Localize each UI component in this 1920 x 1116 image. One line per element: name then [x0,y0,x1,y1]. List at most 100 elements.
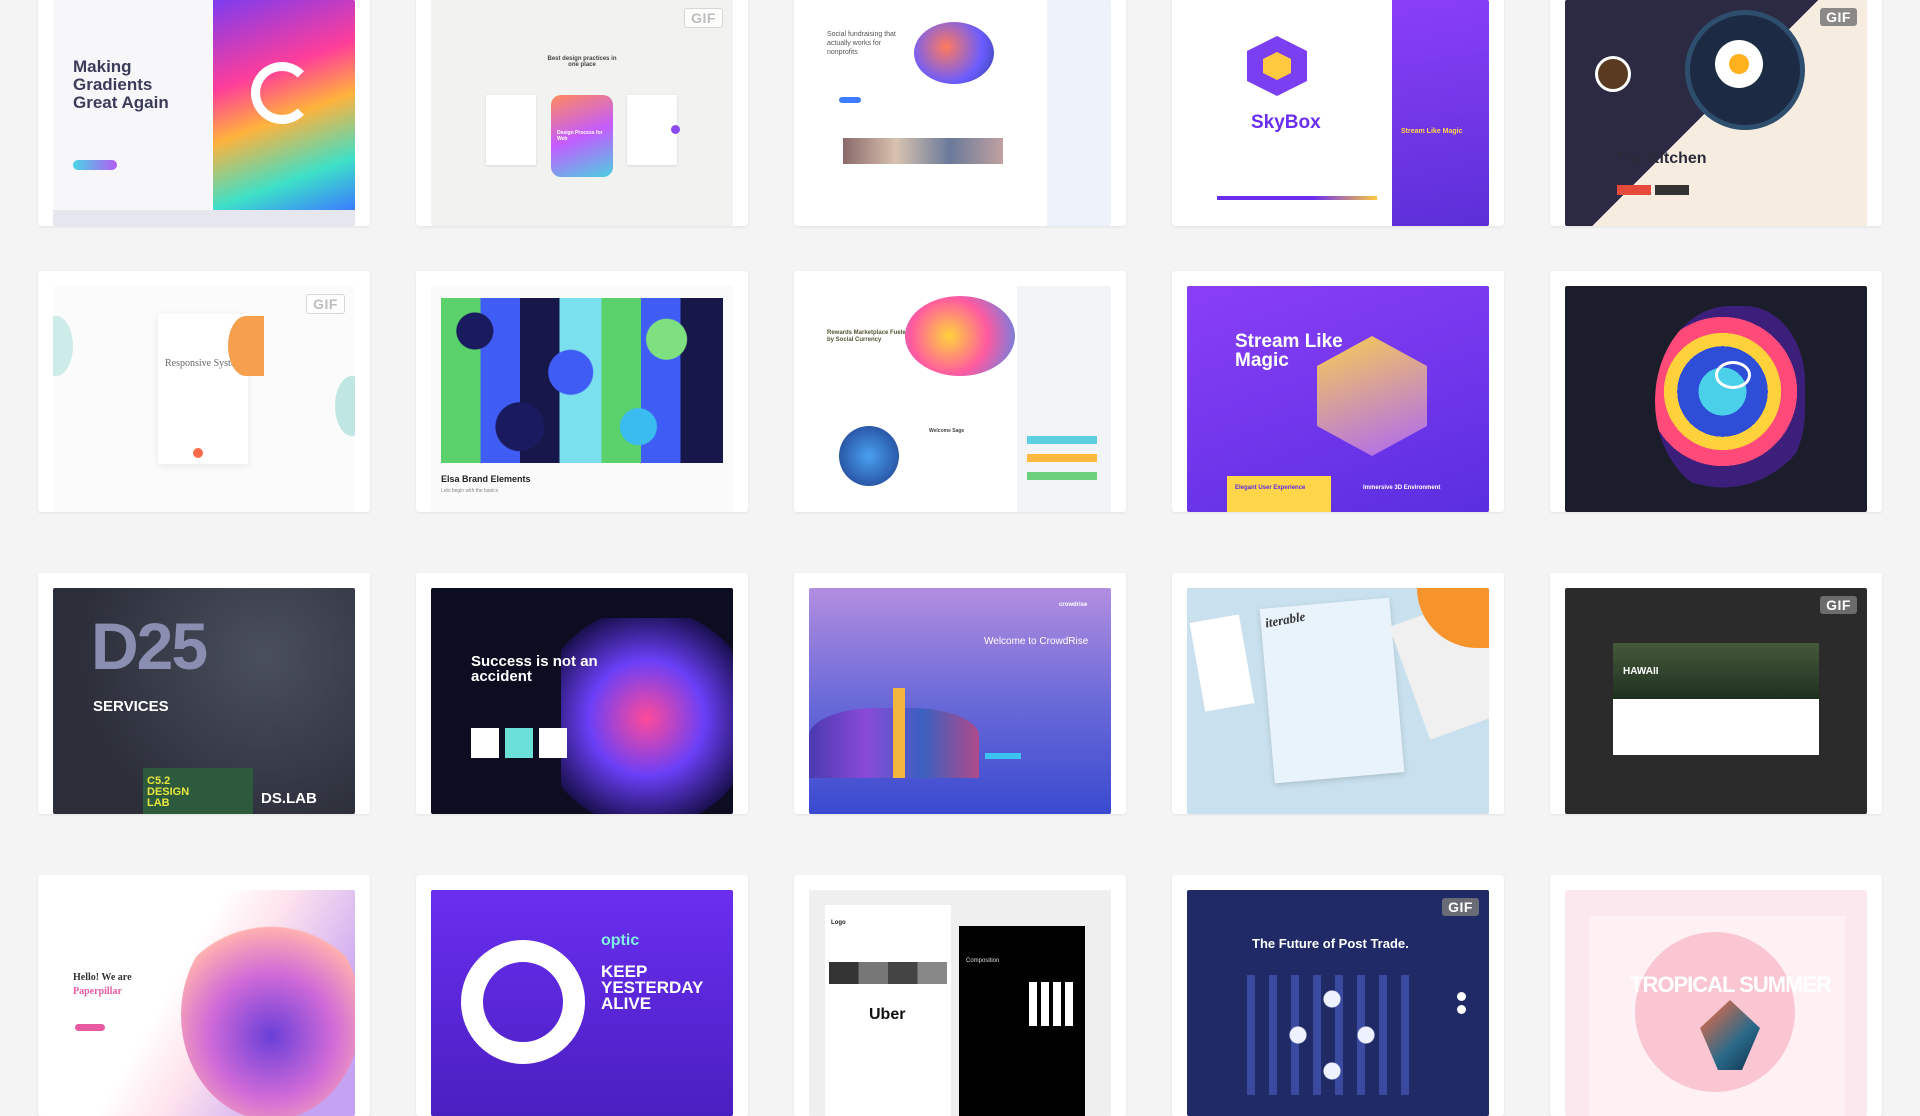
business-card [1189,614,1255,712]
shot-thumbnail[interactable]: GIF HAWAII [1565,588,1867,814]
service-tile [505,728,533,758]
store-button [1617,185,1651,195]
shot-thumbnail[interactable]: D25 SERVICES C5.2 DESIGN LAB DS.LAB [53,588,355,814]
shot-subtitle: Stream Like Magic [1401,128,1463,135]
shot-card-the-kitchen[interactable]: GIF The Kitchen [1550,0,1882,226]
list-row [1027,436,1097,444]
gif-badge: GIF [1820,8,1857,26]
shot-card-iterable[interactable]: iterable [1172,573,1504,814]
shot-thumbnail[interactable]: GIF The Future of Post Trade. [1187,890,1489,1116]
store-button [1655,185,1689,195]
shot-thumbnail[interactable]: TROPICAL SUMMER [1565,890,1867,1116]
shot-subtitle: Design Process for Web [557,130,603,142]
shot-thumbnail[interactable]: GIF Best design practices in one place D… [431,0,733,226]
shot-subtitle: KEEP YESTERDAY ALIVE [601,962,704,1013]
cta-button [985,753,1021,759]
footer-bar [53,210,355,226]
shot-thumbnail[interactable]: Logo Uber Composition [809,890,1111,1116]
ring-logo [461,940,585,1064]
shot-thumbnail[interactable]: Rewards Marketplace Fueled by Social Cur… [809,286,1111,512]
shot-title: Making Gradients Great Again [73,57,169,112]
shot-thumbnail[interactable]: Success is not an accident [431,588,733,814]
shot-title: The Future of Post Trade. [1252,936,1409,951]
shot-title: D25 [91,609,208,683]
shot-card-stream-like-magic[interactable]: Stream Like Magic Elegant User Experienc… [1172,271,1504,512]
purple-panel [1392,0,1489,226]
shot-subtitle: Logo [831,920,846,926]
shot-subtitle: Elegant User Experience [1235,485,1306,491]
shot-title: Rewards Marketplace Fueled by Social Cur… [827,330,910,343]
shot-thumbnail[interactable]: SkyBox Stream Like Magic [1187,0,1489,226]
shot-card-fundraising[interactable]: Social fundraising that actually works f… [794,0,1126,226]
logo-mark [251,62,313,124]
coffee-cup-icon [1595,56,1631,92]
gradient-blob [905,296,1015,376]
pagination-dot [1457,1005,1466,1014]
shot-card-responsive-system[interactable]: GIF Responsive System [38,271,370,512]
shot-card-making-gradients[interactable]: Making Gradients Great Again [38,0,370,226]
portrait-art [1655,306,1805,496]
shot-thumbnail[interactable]: Elsa Brand Elements Lets begin with the … [431,286,733,512]
type-blocks [1029,982,1073,1026]
shot-title: Welcome to CrowdRise [984,636,1089,647]
shot-card-portrait-illustration[interactable] [1550,271,1882,512]
shot-thumbnail[interactable]: Hello! We are Paperpillar [53,890,355,1116]
shot-title: The Kitchen [1615,150,1707,167]
shot-card-skybox[interactable]: SkyBox Stream Like Magic [1172,0,1504,226]
shot-thumbnail[interactable]: Making Gradients Great Again [53,0,355,226]
mobile-preview [1047,0,1111,226]
shot-subtitle-2: Immersive 3D Environment [1363,485,1441,491]
shot-title: optic [601,932,640,949]
geometric-pattern [441,298,723,463]
shot-subtitle: Lets begin with the basics [441,488,499,494]
server-grid-art [1247,975,1417,1095]
shot-title: SkyBox [1251,112,1321,133]
sun-circle [1635,932,1795,1092]
shot-card-success-accident[interactable]: Success is not an accident [416,573,748,814]
shot-card-hawaii[interactable]: GIF HAWAII [1550,573,1882,814]
shot-card-rewards-marketplace[interactable]: Rewards Marketplace Fueled by Social Cur… [794,271,1126,512]
cta-button [839,97,861,103]
progress-bar [1217,196,1377,200]
shot-thumbnail[interactable]: optic KEEP YESTERDAY ALIVE [431,890,733,1116]
shot-title: Success is not an accident [471,653,598,685]
shot-title: Hello! We are [73,972,132,983]
shot-thumbnail[interactable] [1565,286,1867,512]
shot-title: TROPICAL SUMMER [1630,972,1832,997]
logo-grid [829,962,947,984]
figure [893,688,905,778]
shot-subtitle-3: C5.2 DESIGN LAB [147,775,190,809]
shot-subtitle-2: Composition [966,958,1000,964]
shot-subtitle: SERVICES [93,698,169,715]
shot-card-d25-services[interactable]: D25 SERVICES C5.2 DESIGN LAB DS.LAB [38,573,370,814]
shot-thumbnail[interactable]: iterable [1187,588,1489,814]
shot-title: Uber [869,1006,906,1023]
dot [193,448,203,458]
shot-title: Social fundraising that actually works f… [827,31,896,56]
shot-thumbnail[interactable]: Stream Like Magic Elegant User Experienc… [1187,286,1489,512]
shot-thumbnail[interactable]: GIF Responsive System [53,286,355,512]
shot-thumbnail[interactable]: Social fundraising that actually works f… [809,0,1111,226]
shot-subtitle-2: DS.LAB [261,790,317,807]
side-panel [627,95,677,165]
service-tile [471,728,499,758]
shot-grid: Making Gradients Great Again GIF Best de… [0,0,1920,1116]
yolk [1729,54,1749,74]
shot-card-design-practices[interactable]: GIF Best design practices in one place D… [416,0,748,226]
shot-title: Best design practices in one place [547,56,617,68]
dot [671,125,680,134]
cta-button [75,1024,105,1031]
shot-title: HAWAII [1623,666,1659,677]
shot-card-crowdrise[interactable]: crowdrise Welcome to CrowdRise [794,573,1126,814]
gif-badge: GIF [306,294,345,314]
feature-card [1227,476,1331,512]
shape-accent [53,316,73,376]
shape-accent [335,376,355,436]
shot-card-elsa-brand[interactable]: Elsa Brand Elements Lets begin with the … [416,271,748,512]
shot-thumbnail[interactable]: GIF The Kitchen [1565,0,1867,226]
hero-illustration [914,22,994,84]
gradient-blob [839,426,899,486]
shot-thumbnail[interactable]: crowdrise Welcome to CrowdRise [809,588,1111,814]
glow-art [561,618,733,814]
shape-accent [228,316,264,376]
